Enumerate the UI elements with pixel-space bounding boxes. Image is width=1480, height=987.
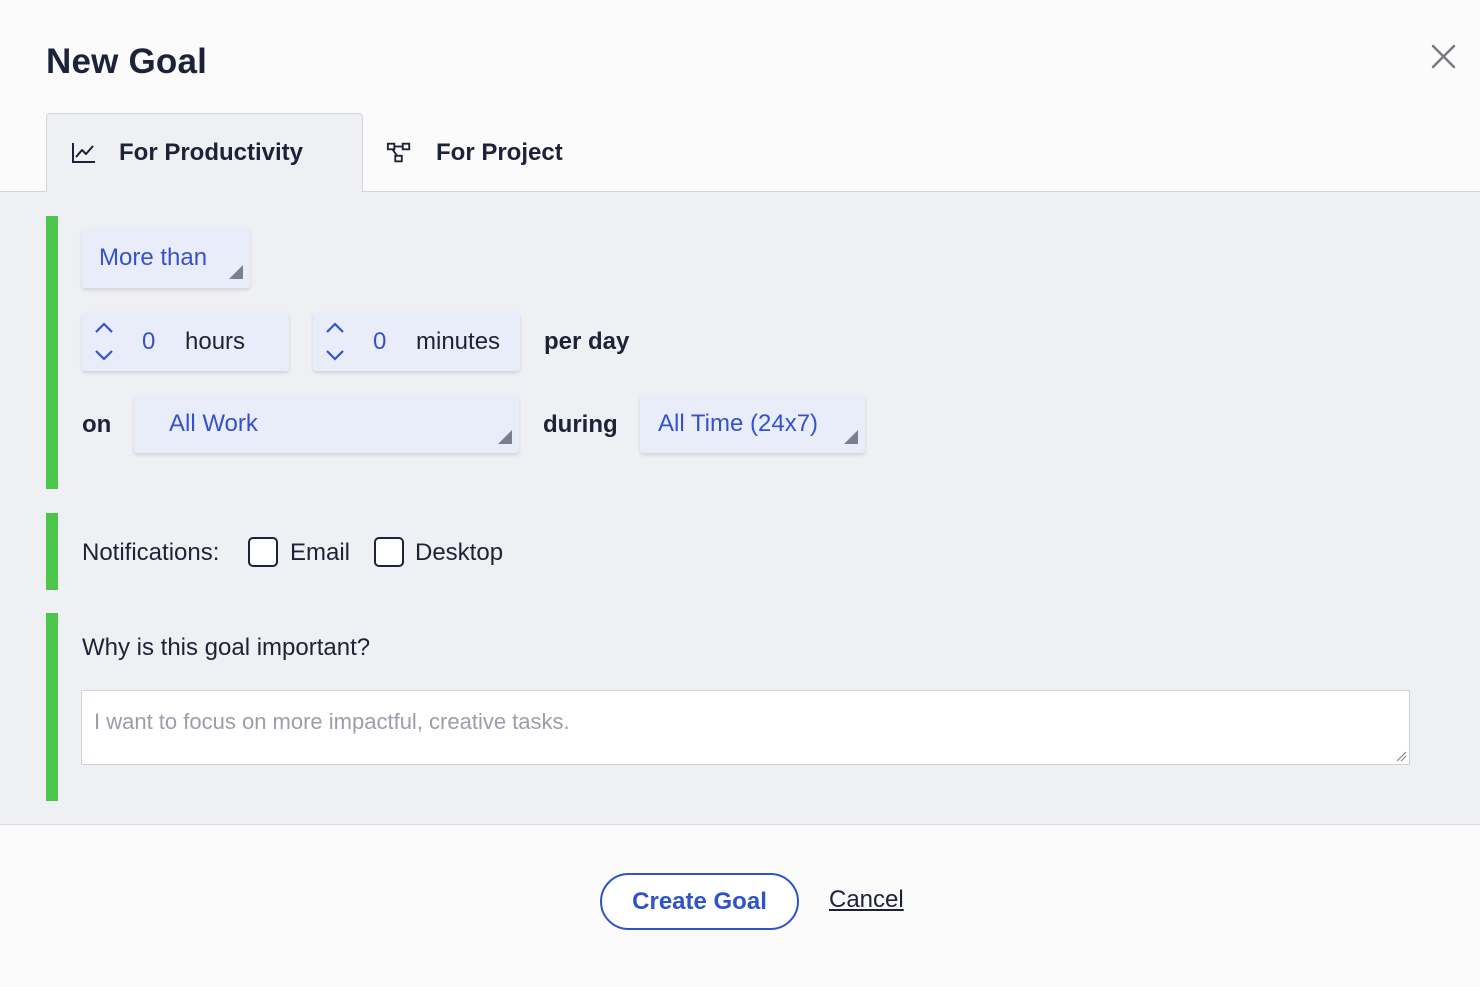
dropdown-corner-icon xyxy=(229,265,243,279)
during-label: during xyxy=(543,411,618,438)
textarea-placeholder: I want to focus on more impactful, creat… xyxy=(94,709,570,734)
stepper-arrows-icon[interactable] xyxy=(92,318,116,364)
section-bar-goal xyxy=(46,216,58,489)
comparison-select[interactable]: More than xyxy=(82,228,250,288)
schedule-value: All Time (24x7) xyxy=(658,410,819,437)
tab-for-project[interactable]: For Project xyxy=(386,113,626,192)
hours-value[interactable]: 0 xyxy=(142,328,155,356)
create-goal-button[interactable]: Create Goal xyxy=(600,873,799,930)
section-bar-importance xyxy=(46,613,58,801)
hours-unit: hours xyxy=(185,327,246,355)
comparison-value: More than xyxy=(99,244,208,271)
dropdown-corner-icon xyxy=(844,430,858,444)
desktop-checkbox[interactable] xyxy=(374,537,404,567)
scope-value: All Work xyxy=(169,410,258,437)
resize-grip-icon[interactable] xyxy=(1395,750,1407,762)
minutes-value[interactable]: 0 xyxy=(373,328,386,356)
hours-stepper[interactable]: 0 hours xyxy=(82,312,289,371)
desktop-label[interactable]: Desktop xyxy=(415,539,503,567)
tab-for-productivity[interactable]: For Productivity xyxy=(46,113,363,192)
email-label[interactable]: Email xyxy=(290,539,350,567)
close-icon[interactable] xyxy=(1426,40,1460,74)
minutes-unit: minutes xyxy=(416,327,501,355)
project-nodes-icon xyxy=(386,142,411,162)
dialog-title: New Goal xyxy=(46,42,208,81)
dropdown-corner-icon xyxy=(498,430,512,444)
on-label: on xyxy=(82,411,112,438)
tab-label: For Productivity xyxy=(119,139,304,166)
importance-question: Why is this goal important? xyxy=(82,634,371,661)
notifications-label: Notifications: xyxy=(82,539,220,566)
tab-label: For Project xyxy=(436,138,563,166)
schedule-select[interactable]: All Time (24x7) xyxy=(640,395,865,453)
cancel-link[interactable]: Cancel xyxy=(829,886,904,914)
period-label: per day xyxy=(544,328,630,355)
email-checkbox[interactable] xyxy=(248,537,278,567)
importance-textarea[interactable]: I want to focus on more impactful, creat… xyxy=(81,690,1410,765)
scope-select[interactable]: All Work xyxy=(134,395,519,453)
line-chart-icon xyxy=(72,143,95,163)
stepper-arrows-icon[interactable] xyxy=(323,318,347,364)
section-bar-notifications xyxy=(46,513,58,590)
new-goal-dialog: New Goal For Productivity For Project Mo… xyxy=(0,0,1480,987)
minutes-stepper[interactable]: 0 minutes xyxy=(313,312,520,371)
